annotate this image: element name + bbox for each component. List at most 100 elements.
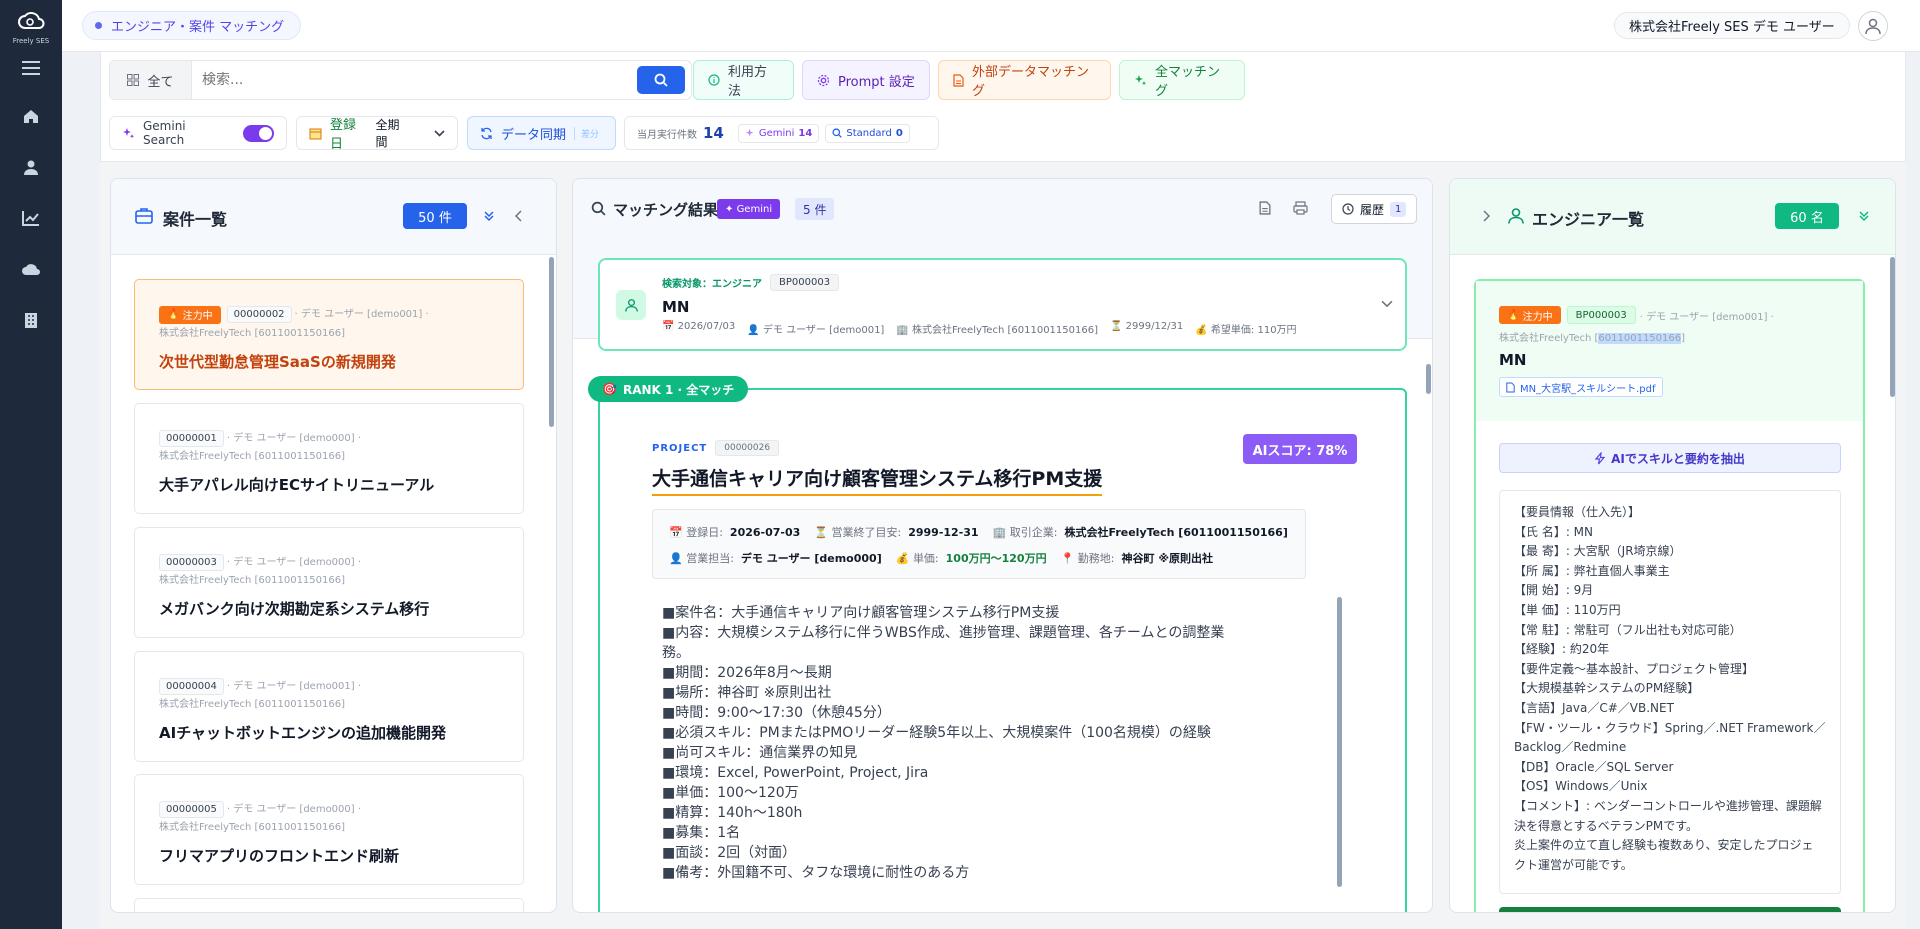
chart-icon[interactable]	[19, 206, 43, 230]
chevron-left-icon[interactable]	[515, 210, 523, 222]
user-icon	[1508, 207, 1524, 224]
project-title: 大手アパレル向けECサイトリニューアル	[159, 476, 435, 494]
search-input[interactable]	[192, 61, 637, 99]
search-target-card[interactable]: 検索対象：エンジニア BP000003 MN 📅 2026/07/03 👤 デモ…	[598, 258, 1407, 351]
briefcase-icon	[135, 207, 153, 224]
project-id: 00000002	[226, 306, 292, 323]
search-button[interactable]	[637, 66, 685, 94]
partner-name: 株式会社FreelyTech [6011001150166]	[1064, 526, 1288, 539]
match-result-card[interactable]: PROJECT 00000026 AIスコア: 78% 大手通信キャリア向け顧客…	[598, 388, 1407, 912]
target-meta: 📅 2026/07/03 👤 デモ ユーザー [demo001] 🏢 株式会社F…	[662, 321, 1297, 336]
target-end: 2999/12/31	[1125, 321, 1184, 332]
gemini-badge-label: Gemini	[736, 203, 773, 215]
desc-line: ■案件名：大手通信キャリア向け顧客管理システム移行PM支援	[662, 605, 1060, 621]
ai-extract-label: AIでスキルと要約を抽出	[1611, 451, 1745, 466]
profile-line: 【開 始】: 9月	[1514, 583, 1594, 598]
desc-line: ■面談：2回（対面）	[662, 845, 797, 861]
location-label: 勤務地:	[1077, 552, 1115, 565]
sparkle-icon	[745, 128, 755, 138]
profile-line: 【所 属】: 弊社直個人事業主	[1514, 563, 1670, 578]
focus-tag: 🔥 注力中	[1499, 306, 1561, 324]
avatar[interactable]	[1858, 11, 1888, 41]
sparkle-icon	[122, 127, 135, 140]
profile-line: 【OS】Windows／Unix	[1514, 779, 1648, 794]
description-scrollbar[interactable]	[1337, 597, 1342, 887]
project-card[interactable]: 🔥 注力中 00000002 · デモ ユーザー [demo001] · 株式会社F…	[134, 279, 524, 390]
focus-tag-label: 注力中	[182, 311, 213, 322]
project-card[interactable]: 00000001 · デモ ユーザー [demo000] · 株式会社Freely…	[134, 403, 524, 514]
matching-scrollbar[interactable]	[1426, 364, 1431, 394]
project-list-title: 案件一覧	[163, 210, 228, 229]
profile-line: 【要件定義〜基本設計、プロジェクト管理】	[1514, 661, 1755, 676]
ai-score-badge: AIスコア: 78%	[1243, 434, 1357, 464]
gemini-search-toggle[interactable]	[243, 124, 274, 142]
project-card[interactable]: 00000004 · デモ ユーザー [demo001] · 株式会社Freely…	[134, 651, 524, 762]
user-name-chip[interactable]: 株式会社Freely SES デモ ユーザー	[1614, 12, 1850, 39]
date-filter-value: 全期間	[375, 118, 400, 149]
print-icon[interactable]	[1293, 201, 1308, 215]
project-id: 00000003	[159, 554, 224, 571]
reg-label: 登録日:	[686, 526, 723, 539]
end-label: 営業終了目安:	[831, 526, 902, 539]
engineer-company: 株式会社FreelyTech [6011001150166]	[1499, 329, 1685, 344]
engineer-list-scrollbar[interactable]	[1890, 257, 1895, 397]
data-sync-button[interactable]: データ同期 差分	[467, 116, 616, 150]
profile-line: 【FW・ツール・クラウド】Spring／.NET Framework／	[1514, 720, 1826, 735]
chevron-right-icon[interactable]	[1482, 210, 1490, 222]
project-card[interactable]: 00000005 · デモ ユーザー [demo000] · 株式会社Freely…	[134, 774, 524, 885]
project-card[interactable]: 00000003 · デモ ユーザー [demo000] · 株式会社Freely…	[134, 527, 524, 638]
prompt-settings-label: Prompt 設定	[838, 74, 915, 90]
rank-badge: 🎯 RANK 1 · 全マッチ	[588, 376, 749, 402]
search-scope-select[interactable]: 全て	[110, 61, 192, 99]
help-button[interactable]: 利用方法	[693, 60, 794, 100]
target-id: BP000003	[770, 274, 840, 291]
app-logo[interactable]: Freely SES	[0, 10, 62, 45]
project-title: フリマアプリのフロントエンド刷新	[159, 847, 400, 865]
app-title-chip[interactable]: エンジニア・案件 マッチング	[82, 11, 302, 40]
engineer-list-title: エンジニア一覧	[1532, 210, 1645, 229]
double-chevron-down-icon[interactable]	[483, 210, 495, 222]
project-owner: · デモ ユーザー [demo001] ·	[226, 681, 362, 692]
profile-line: 【要員情報（仕入先）】	[1514, 505, 1641, 519]
user-icon[interactable]	[19, 155, 43, 179]
result-info-box: 📅 登録日: 2026-07-03 ⏳ 営業終了目安: 2999-12-31 🏢…	[652, 509, 1306, 579]
skill-sheet-link[interactable]: MN_大宮駅_スキルシート.pdf	[1499, 377, 1663, 397]
exec-label: 当月実行件数	[637, 129, 697, 141]
logo-text: Freely SES	[12, 37, 50, 45]
engineer-company-close: ]	[1681, 333, 1686, 344]
help-label: 利用方法	[728, 65, 768, 99]
end-date: 2999-12-31	[908, 526, 979, 539]
data-sync-label: データ同期	[501, 127, 567, 143]
profile-line: 【大規模基幹システムのPM経験】	[1514, 681, 1700, 696]
profile-line: 炎上案件の立て直し経験も複数あり、安定したプロジェ	[1514, 838, 1814, 853]
home-icon[interactable]	[19, 104, 43, 128]
skill-sheet-name: MN_大宮駅_スキルシート.pdf	[1520, 383, 1656, 395]
date-filter-select[interactable]: 登録日 全期間	[296, 116, 458, 152]
ai-extract-button[interactable]: AIでスキルと要約を抽出	[1499, 443, 1841, 473]
document-icon[interactable]	[1259, 201, 1271, 215]
external-matching-button[interactable]: 外部データマッチング	[938, 60, 1111, 100]
engineer-action-button[interactable]	[1499, 907, 1841, 912]
double-chevron-down-icon[interactable]	[1858, 210, 1870, 222]
clock-icon	[1342, 203, 1354, 215]
project-id: 00000004	[159, 678, 224, 695]
chevron-down-icon[interactable]	[1381, 300, 1393, 308]
gemini-search-toggle-box: Gemini Search	[109, 116, 287, 150]
engineer-name: MN	[1499, 351, 1527, 369]
focus-tag: 🔥 注力中	[159, 305, 221, 324]
target-name: MN	[662, 298, 690, 316]
menu-icon[interactable]	[19, 56, 43, 80]
cloud-icon[interactable]	[19, 257, 43, 281]
prompt-settings-button[interactable]: Prompt 設定	[802, 60, 930, 100]
desc-line: ■必須スキル：PMまたはPMOリーダー経験5年以上、大規模案件（100名規模）の…	[662, 725, 1211, 741]
building-icon[interactable]	[19, 308, 43, 332]
gemini-usage-label: Gemini	[758, 127, 795, 139]
profile-line: 【言語】Java／C#／VB.NET	[1514, 700, 1674, 715]
all-matching-button[interactable]: 全マッチング	[1119, 60, 1245, 100]
search-icon	[591, 201, 606, 216]
project-card[interactable]	[134, 898, 524, 912]
history-button[interactable]: 履歴 1	[1331, 194, 1417, 224]
engineer-card-selected[interactable]: 🔥 注力中 BP000003 · デモ ユーザー [demo001] · 株式会…	[1474, 279, 1865, 912]
project-list-scrollbar[interactable]	[549, 257, 554, 427]
document-icon	[1506, 382, 1515, 393]
